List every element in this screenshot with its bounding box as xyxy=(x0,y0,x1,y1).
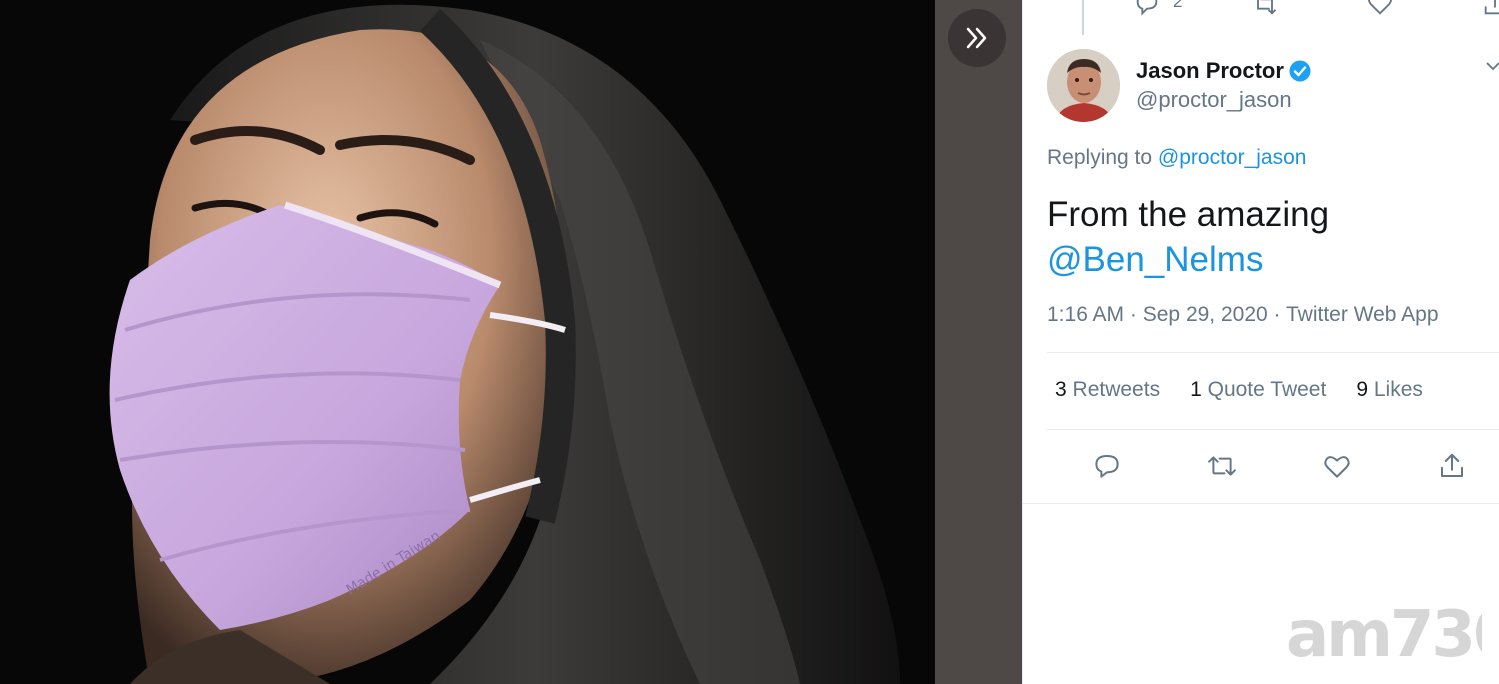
verified-badge-icon xyxy=(1289,60,1311,82)
quote-tweets-label: Quote Tweet xyxy=(1207,378,1327,401)
share-icon[interactable] xyxy=(1481,0,1499,23)
meta-separator: · xyxy=(1273,303,1281,326)
reply-icon[interactable] xyxy=(1133,0,1161,23)
previous-reply-count: 2 xyxy=(1173,0,1183,11)
tweet-time[interactable]: 1:16 AM xyxy=(1047,303,1124,326)
retweets-label: Retweets xyxy=(1072,378,1161,401)
reply-button[interactable] xyxy=(1089,448,1125,484)
likes-stat[interactable]: 9 Likes xyxy=(1356,378,1423,402)
tweet-mention-link[interactable]: @Ben_Nelms xyxy=(1047,237,1477,282)
underlying-page-edge xyxy=(1011,0,1022,684)
tweet-actions xyxy=(1089,448,1469,484)
thread-connector-line xyxy=(1082,0,1084,35)
retweets-stat[interactable]: 3 Retweets xyxy=(1055,378,1160,402)
replying-to: Replying to @proctor_jason xyxy=(1047,146,1306,170)
avatar[interactable] xyxy=(1047,49,1120,122)
author-handle[interactable]: @proctor_jason xyxy=(1136,87,1312,113)
avatar-image xyxy=(1047,49,1120,122)
tweet-text-line: From the amazing xyxy=(1047,195,1330,234)
like-button[interactable] xyxy=(1319,448,1355,484)
previous-tweet-actions: 2 xyxy=(1133,0,1499,18)
quote-tweets-stat[interactable]: 1 Quote Tweet xyxy=(1190,378,1326,402)
replying-prefix: Replying to xyxy=(1047,146,1153,169)
replying-to-link[interactable]: @proctor_jason xyxy=(1158,146,1307,169)
media-viewer: Made in Taiwan xyxy=(0,0,1022,684)
tweet-text: From the amazing @Ben_Nelms xyxy=(1047,192,1477,282)
divider xyxy=(1047,429,1499,430)
heart-icon xyxy=(1324,456,1350,478)
reply-icon xyxy=(1095,455,1119,478)
divider xyxy=(1047,352,1499,353)
likes-count: 9 xyxy=(1356,378,1368,401)
tweet-source[interactable]: Twitter Web App xyxy=(1286,303,1439,326)
divider xyxy=(1023,503,1499,504)
expand-button[interactable] xyxy=(948,9,1006,67)
retweet-icon xyxy=(1208,456,1236,476)
tweet-detail-panel: 2 Jason Proctor @proctor_jason Replying … xyxy=(1022,0,1499,684)
quote-tweets-count: 1 xyxy=(1190,378,1202,401)
photo-image: Made in Taiwan xyxy=(0,0,935,684)
retweet-icon[interactable] xyxy=(1251,0,1279,23)
share-button[interactable] xyxy=(1434,448,1470,484)
likes-label: Likes xyxy=(1373,378,1423,401)
tweet-date[interactable]: Sep 29, 2020 xyxy=(1143,303,1268,326)
chevrons-right-icon xyxy=(966,27,987,49)
retweets-count: 3 xyxy=(1055,378,1067,401)
author-name[interactable]: Jason Proctor xyxy=(1136,58,1284,84)
tweet-stats: 3 Retweets 1 Quote Tweet 9 Likes xyxy=(1055,378,1453,402)
retweet-button[interactable] xyxy=(1204,448,1240,484)
more-options-chevron-icon[interactable] xyxy=(1485,58,1499,79)
meta-separator: · xyxy=(1129,303,1137,326)
tweet-photo[interactable]: Made in Taiwan xyxy=(0,0,935,684)
like-icon[interactable] xyxy=(1366,0,1394,23)
tweet-author[interactable]: Jason Proctor @proctor_jason xyxy=(1047,49,1312,122)
share-icon xyxy=(1441,453,1463,477)
tweet-meta: 1:16 AM · Sep 29, 2020 · Twitter Web App xyxy=(1047,303,1439,327)
